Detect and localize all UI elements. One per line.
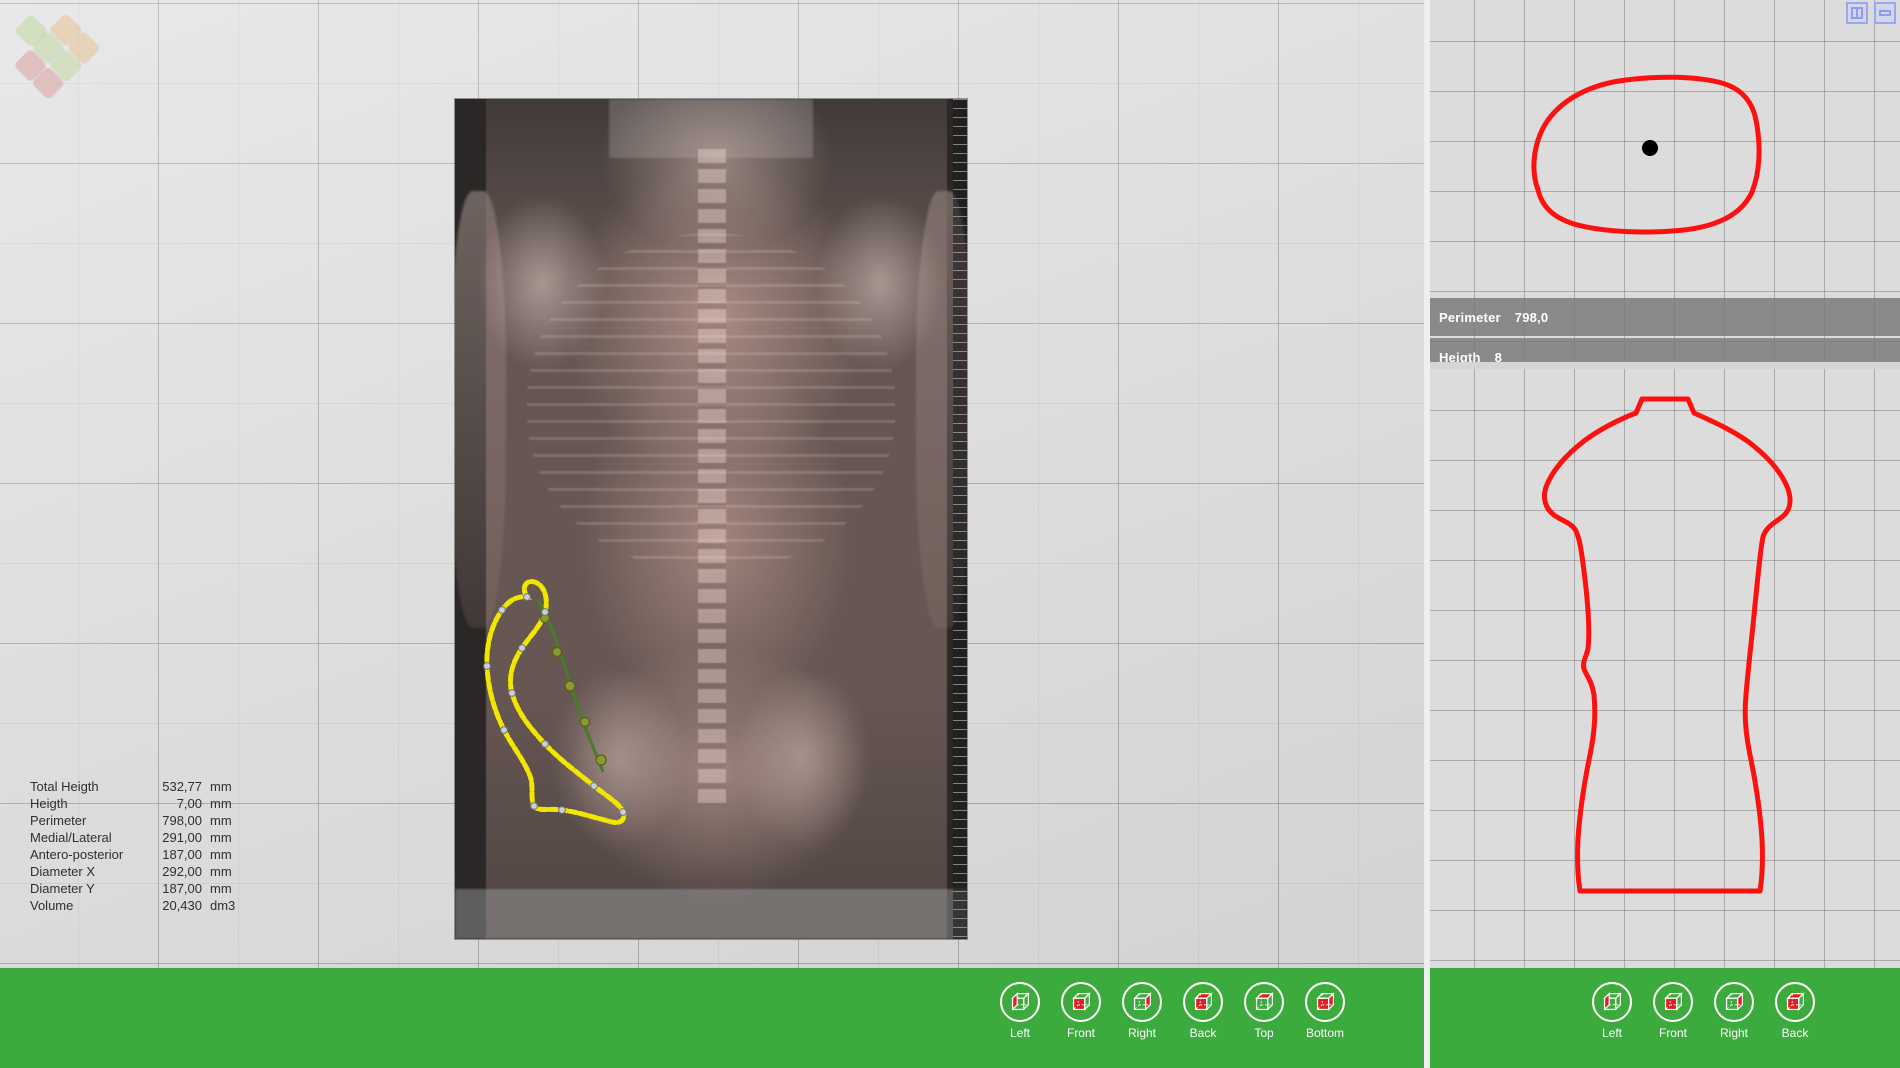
main-toolbar: Transparency LeftFrontRightBackTopBottom	[0, 968, 1424, 1068]
measurement-unit: mm	[210, 846, 250, 863]
measurement-label: Medial/Lateral	[30, 829, 148, 846]
table-row: Total Heigth 532,77 mm	[30, 778, 270, 795]
cube-top-icon	[1244, 982, 1284, 1022]
measurement-value: 187,00	[148, 846, 210, 863]
table-row: Antero-posterior 187,00 mm	[30, 846, 270, 863]
table-edge	[455, 889, 967, 939]
view-button-label: Back	[1775, 1026, 1815, 1040]
right-toolbar: Left Front Right Back	[1430, 968, 1900, 1068]
orientation-button-group: Left Front Right Back Top Bottom	[1000, 982, 1345, 1040]
view-button-left[interactable]: Left	[1592, 982, 1632, 1040]
cube-bottom-icon	[1305, 982, 1345, 1022]
view-button-label: Front	[1653, 1026, 1693, 1040]
table-row: Perimeter 798,00 mm	[30, 812, 270, 829]
cube-right-icon	[1122, 982, 1162, 1022]
split-view-icon	[1851, 7, 1863, 19]
view-button-bottom[interactable]: Bottom	[1305, 982, 1345, 1040]
split-view-button[interactable]	[1846, 2, 1868, 24]
measurement-unit: dm3	[210, 897, 250, 914]
view-button-back[interactable]: Back	[1775, 982, 1815, 1040]
orientation-button-group-right: Left Front Right Back	[1592, 982, 1815, 1040]
cube-left-icon	[1592, 982, 1632, 1022]
measurement-value: 292,00	[148, 863, 210, 880]
view-button-label: Left	[1592, 1026, 1632, 1040]
measurement-unit: mm	[210, 829, 250, 846]
view-button-top[interactable]: Top	[1244, 982, 1284, 1040]
cube-left-icon	[1000, 982, 1040, 1022]
measurement-label: Perimeter	[30, 812, 148, 829]
view-button-right[interactable]: Right	[1122, 982, 1162, 1040]
measurement-value: 532,77	[148, 778, 210, 795]
measurement-value: 20,430	[148, 897, 210, 914]
view-button-back[interactable]: Back	[1183, 982, 1223, 1040]
band-value: 798,0	[1515, 310, 1549, 325]
cube-back-icon	[1183, 982, 1223, 1022]
radiograph-image[interactable]	[455, 99, 967, 939]
table-row: Diameter X 292,00 mm	[30, 863, 270, 880]
axial-view-panel[interactable]: Perimeter 798,0 Heigth 8	[1430, 0, 1900, 362]
axial-center-marker	[1642, 140, 1658, 156]
measurement-label: Diameter Y	[30, 880, 148, 897]
measurement-value: 798,00	[148, 812, 210, 829]
view-button-label: Left	[1000, 1026, 1040, 1040]
measurement-label: Heigth	[30, 795, 148, 812]
view-button-label: Right	[1714, 1026, 1754, 1040]
table-row: Diameter Y 187,00 mm	[30, 880, 270, 897]
minimize-icon	[1879, 10, 1891, 16]
view-button-label: Bottom	[1305, 1026, 1345, 1040]
band-label: Heigth	[1439, 350, 1481, 363]
application-root: Total Heigth 532,77 mm Heigth 7,00 mm Pe…	[0, 0, 1900, 1068]
pelvis	[547, 670, 875, 888]
view-button-label: Top	[1244, 1026, 1284, 1040]
main-3d-viewport[interactable]: Total Heigth 532,77 mm Heigth 7,00 mm Pe…	[0, 0, 1424, 968]
cube-front-icon	[1653, 982, 1693, 1022]
measurement-label: Total Heigth	[30, 778, 148, 795]
measurement-label: Antero-posterior	[30, 846, 148, 863]
view-button-right[interactable]: Right	[1714, 982, 1754, 1040]
window-controls	[1846, 2, 1896, 24]
measurement-value: 187,00	[148, 880, 210, 897]
view-button-label: Back	[1183, 1026, 1223, 1040]
measurement-unit: mm	[210, 863, 250, 880]
measurement-table: Total Heigth 532,77 mm Heigth 7,00 mm Pe…	[30, 778, 270, 914]
scale-ruler	[953, 99, 967, 939]
view-button-left[interactable]: Left	[1000, 982, 1040, 1040]
view-button-label: Right	[1122, 1026, 1162, 1040]
minimize-button[interactable]	[1874, 2, 1896, 24]
measurement-unit: mm	[210, 880, 250, 897]
measurement-label: Diameter X	[30, 863, 148, 880]
cube-right-icon	[1714, 982, 1754, 1022]
posterior-view-panel[interactable]	[1430, 369, 1900, 968]
view-button-front[interactable]: Front	[1061, 982, 1101, 1040]
measurement-value: 7,00	[148, 795, 210, 812]
posterior-contour	[1430, 369, 1900, 968]
band-label: Perimeter	[1439, 310, 1501, 325]
view-button-label: Front	[1061, 1026, 1101, 1040]
measurement-unit: mm	[210, 778, 250, 795]
view-button-front[interactable]: Front	[1653, 982, 1693, 1040]
measurement-value: 291,00	[148, 829, 210, 846]
cube-front-icon	[1061, 982, 1101, 1022]
measurement-label: Volume	[30, 897, 148, 914]
band-value: 8	[1495, 350, 1502, 363]
table-row: Volume 20,430 dm3	[30, 897, 270, 914]
cube-back-icon	[1775, 982, 1815, 1022]
table-row: Medial/Lateral 291,00 mm	[30, 829, 270, 846]
table-row: Heigth 7,00 mm	[30, 795, 270, 812]
axial-height-band: Heigth 8	[1430, 338, 1900, 362]
axial-perimeter-band: Perimeter 798,0	[1430, 298, 1900, 336]
measurement-unit: mm	[210, 812, 250, 829]
measurement-unit: mm	[210, 795, 250, 812]
